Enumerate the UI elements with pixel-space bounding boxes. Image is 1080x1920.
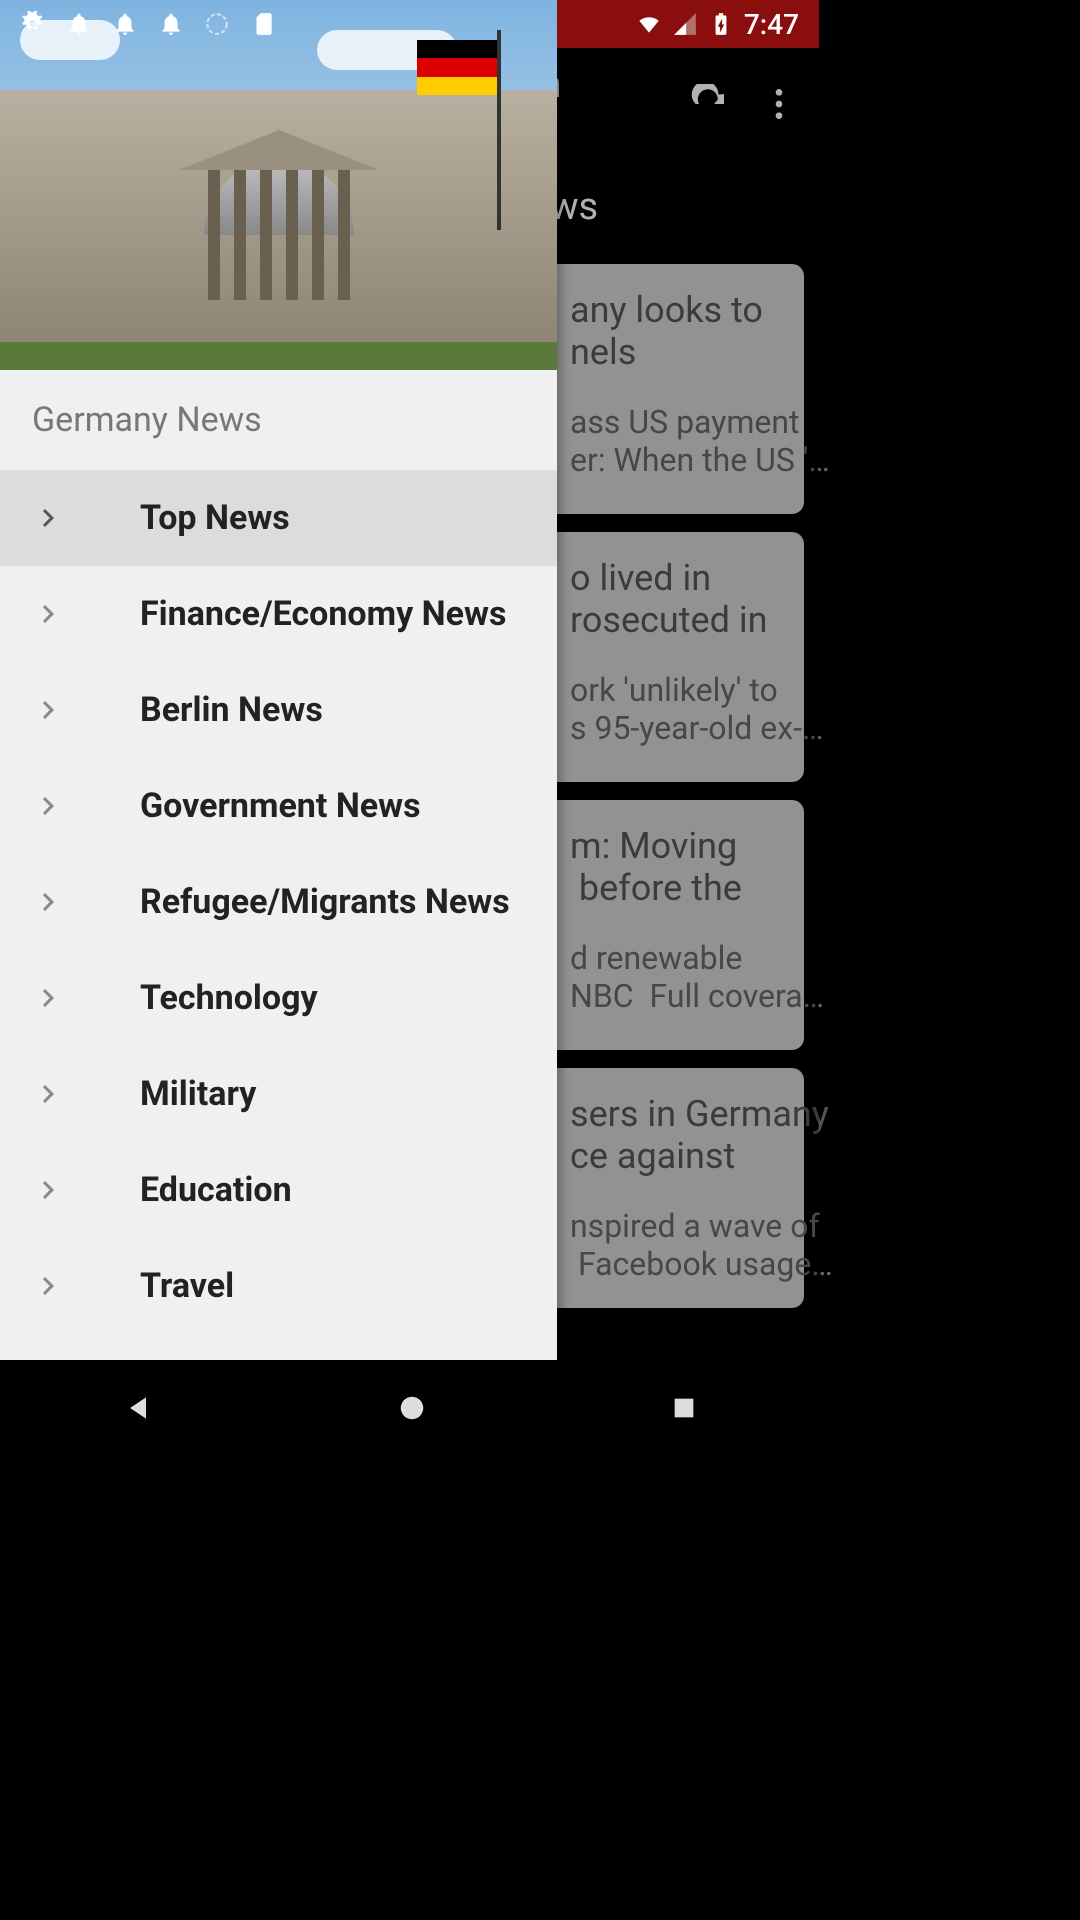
chevron-right-icon [30,500,66,536]
drawer-item-label: Finance/Economy News [140,594,506,634]
bell-icon [112,11,138,37]
drawer-item-label: Refugee/Migrants News [140,882,510,922]
drawer-item-label: Top News [140,498,290,538]
sync-icon [204,11,230,37]
drawer-item-label: Government News [140,786,421,826]
german-flag-icon [417,40,497,95]
drawer-item-label: Berlin News [140,690,323,730]
drawer-item-government-news[interactable]: Government News [0,758,557,854]
drawer-item-travel[interactable]: Travel [0,1238,557,1334]
gear-icon [20,11,46,37]
drawer-item-education[interactable]: Education [0,1142,557,1238]
home-icon[interactable] [397,1393,427,1423]
chevron-right-icon [30,884,66,920]
chevron-right-icon [30,596,66,632]
chevron-right-icon [30,1172,66,1208]
drawer-item-technology[interactable]: Technology [0,950,557,1046]
drawer-item-label: Education [140,1170,292,1210]
signal-icon [672,11,698,37]
chevron-right-icon [30,1076,66,1112]
recent-apps-icon[interactable] [670,1394,698,1422]
chevron-right-icon [30,1268,66,1304]
navigation-drawer: Germany News Top News Finance/Economy New… [0,0,557,1360]
chevron-right-icon [30,692,66,728]
bell-icon [158,11,184,37]
status-time: 7:47 [744,8,799,41]
drawer-scrim[interactable] [557,0,819,1360]
chevron-right-icon [30,788,66,824]
drawer-item-berlin-news[interactable]: Berlin News [0,662,557,758]
back-icon[interactable] [122,1392,154,1424]
chevron-right-icon [30,980,66,1016]
drawer-section-title: Germany News [0,370,557,470]
drawer-item-finance-economy-news[interactable]: Finance/Economy News [0,566,557,662]
drawer-item-label: Travel [140,1266,234,1306]
drawer-item-military[interactable]: Military [0,1046,557,1142]
drawer-header-image [0,0,557,370]
drawer-item-label: Technology [140,978,318,1018]
drawer-item-refugee-migrants-news[interactable]: Refugee/Migrants News [0,854,557,950]
bell-icon [66,11,92,37]
status-bar: 7:47 [0,0,819,48]
sd-card-icon [250,11,276,37]
wifi-icon [636,11,662,37]
battery-charging-icon [708,11,734,37]
system-nav-bar [0,1360,819,1456]
drawer-item-top-news[interactable]: Top News [0,470,557,566]
drawer-item-label: Military [140,1074,256,1114]
